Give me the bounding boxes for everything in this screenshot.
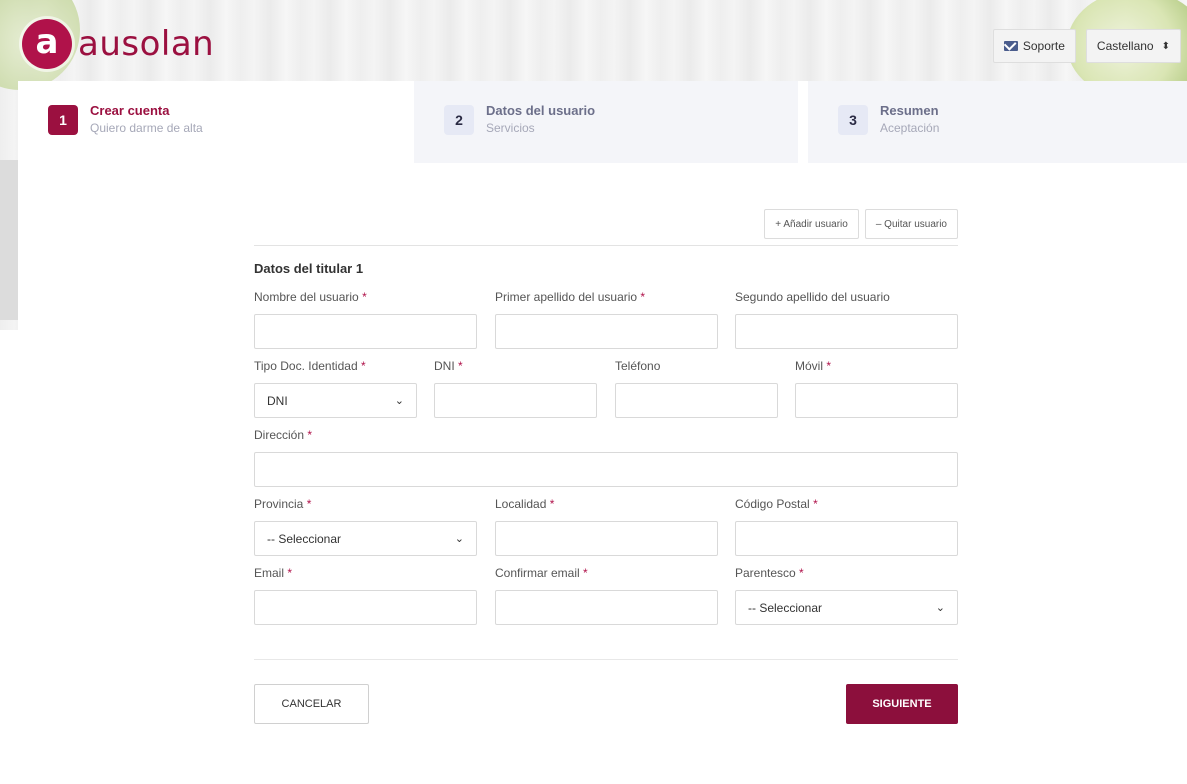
logo-text: ausolan	[78, 24, 215, 64]
step-subtitle: Quiero darme de alta	[90, 121, 203, 135]
tipo-doc-value: DNI	[267, 393, 288, 408]
tipo-doc-label: Tipo Doc. Identidad *	[254, 359, 366, 373]
direccion-input[interactable]	[254, 452, 958, 487]
step-crear-cuenta[interactable]: 1 Crear cuenta Quiero darme de alta	[18, 81, 402, 163]
direccion-label: Dirección *	[254, 428, 313, 442]
localidad-label: Localidad *	[495, 497, 555, 511]
nombre-label: Nombre del usuario *	[254, 290, 367, 304]
nombre-input[interactable]	[254, 314, 477, 349]
step-title: Resumen	[880, 103, 939, 118]
next-button[interactable]: SIGUIENTE	[846, 684, 958, 724]
step-title: Crear cuenta	[90, 103, 170, 118]
step-datos-usuario[interactable]: 2 Datos del usuario Servicios	[414, 81, 798, 163]
section-title: Datos del titular 1	[254, 261, 364, 276]
tipo-doc-select[interactable]: DNI ⌄	[254, 383, 417, 418]
updown-icon: ⬍	[1161, 40, 1170, 52]
provincia-select[interactable]: -- Seleccionar ⌄	[254, 521, 477, 556]
support-label: Soporte	[1022, 39, 1065, 53]
language-label: Castellano	[1096, 39, 1154, 53]
add-user-button[interactable]: + Añadir usuario	[764, 209, 859, 239]
chevron-down-icon: ⌄	[454, 533, 464, 545]
apellido1-label: Primer apellido del usuario *	[495, 290, 646, 304]
telefono-input[interactable]	[615, 383, 778, 418]
titular-form: + Añadir usuario – Quitar usuario Datos …	[254, 209, 958, 724]
chevron-down-icon: ⌄	[394, 395, 404, 407]
provincia-label: Provincia *	[254, 497, 312, 511]
top-actions: Soporte Castellano ⬍	[992, 29, 1181, 63]
cancel-button[interactable]: CANCELAR	[254, 684, 369, 724]
footer-actions: CANCELAR SIGUIENTE	[254, 684, 958, 724]
step-title: Datos del usuario	[486, 103, 596, 118]
user-actions: + Añadir usuario – Quitar usuario	[254, 209, 958, 239]
apellido2-label: Segundo apellido del usuario	[735, 290, 890, 304]
logo-mark-icon: a	[22, 19, 72, 69]
divider	[254, 245, 958, 246]
confirmar-email-input[interactable]	[495, 590, 718, 625]
codigo-postal-input[interactable]	[735, 521, 958, 556]
parentesco-value: -- Seleccionar	[748, 600, 823, 615]
step-number: 2	[444, 105, 474, 135]
codigo-postal-label: Código Postal *	[735, 497, 818, 511]
chevron-down-icon: ⌄	[935, 602, 945, 614]
logo-mark-letter: a	[35, 22, 59, 62]
brand-logo[interactable]: a ausolan	[22, 19, 214, 69]
footer-divider	[254, 659, 958, 660]
step-number: 3	[838, 105, 868, 135]
decorative-strip	[0, 160, 18, 320]
apellido2-input[interactable]	[735, 314, 958, 349]
step-subtitle: Aceptación	[880, 121, 940, 135]
support-button[interactable]: Soporte	[992, 29, 1076, 63]
mail-icon	[1003, 41, 1018, 51]
parentesco-select[interactable]: -- Seleccionar ⌄	[735, 590, 958, 625]
wizard-steps: 1 Crear cuenta Quiero darme de alta 2 Da…	[18, 81, 1187, 163]
step-subtitle: Servicios	[486, 121, 535, 135]
dni-input[interactable]	[434, 383, 597, 418]
parentesco-label: Parentesco *	[735, 566, 804, 580]
apellido1-input[interactable]	[495, 314, 718, 349]
email-label: Email *	[254, 566, 293, 580]
movil-label: Móvil *	[795, 359, 832, 373]
confirmar-email-label: Confirmar email *	[495, 566, 588, 580]
registration-card: 1 Crear cuenta Quiero darme de alta 2 Da…	[18, 81, 1187, 777]
email-input[interactable]	[254, 590, 477, 625]
localidad-input[interactable]	[495, 521, 718, 556]
remove-user-button[interactable]: – Quitar usuario	[864, 209, 958, 239]
language-select[interactable]: Castellano ⬍	[1085, 29, 1181, 63]
movil-input[interactable]	[795, 383, 958, 418]
telefono-label: Teléfono	[615, 359, 661, 373]
step-resumen[interactable]: 3 Resumen Aceptación	[808, 81, 1187, 163]
provincia-value: -- Seleccionar	[267, 531, 342, 546]
dni-label: DNI *	[434, 359, 463, 373]
step-number: 1	[48, 105, 78, 135]
